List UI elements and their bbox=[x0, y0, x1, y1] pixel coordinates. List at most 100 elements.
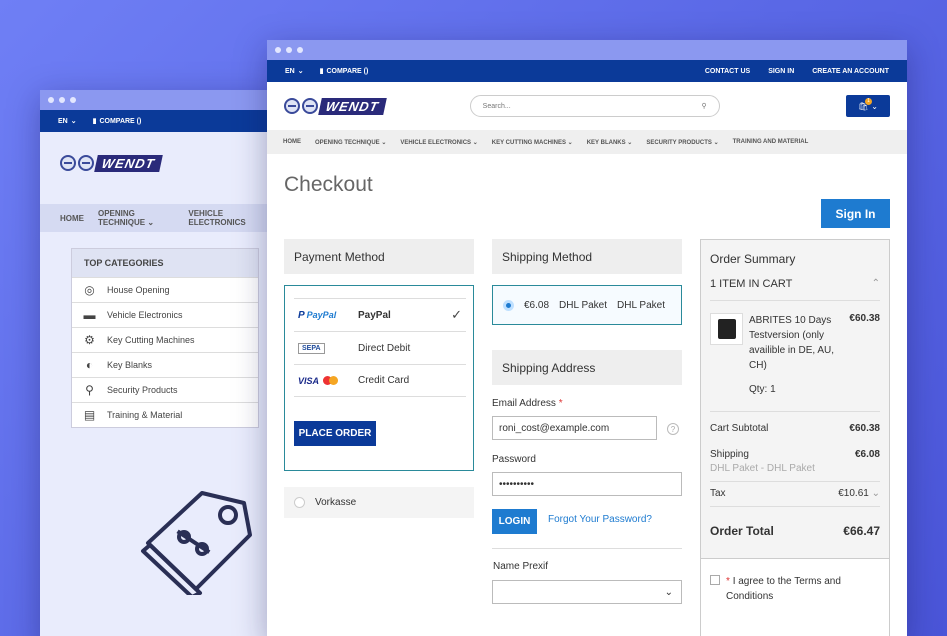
payment-label: PayPal bbox=[358, 309, 391, 321]
shipping-method-heading: Shipping Method bbox=[492, 239, 682, 274]
nav-key-cutting-machines[interactable]: KEY CUTTING MACHINES ⌄ bbox=[492, 139, 573, 146]
create-account-link[interactable]: CREATE AN ACCOUNT bbox=[812, 68, 889, 75]
star-icon bbox=[302, 98, 318, 114]
payment-option-paypal[interactable]: P PayPal PayPal ✓ bbox=[294, 298, 466, 331]
star-icon bbox=[78, 155, 94, 171]
chevron-down-icon: ⌄ bbox=[297, 68, 304, 75]
subtotal-label: Cart Subtotal bbox=[710, 423, 769, 434]
terms-checkbox[interactable] bbox=[710, 575, 720, 585]
payment-option-direct-debit[interactable]: SEPA Direct Debit bbox=[294, 331, 466, 364]
compare-link[interactable]: ▮ COMPARE () bbox=[92, 117, 142, 126]
compare-label: COMPARE () bbox=[99, 117, 142, 125]
payment-option-vorkasse[interactable]: Vorkasse bbox=[284, 487, 474, 518]
nav-vehicle-electronics[interactable]: VEHICLE ELECTRONICS bbox=[188, 209, 264, 227]
visa-mastercard-logo: VISA bbox=[294, 376, 358, 386]
product-thumbnail bbox=[710, 313, 743, 345]
main-nav: HOME OPENING TECHNIQUE ⌄ VEHICLE ELECTRO… bbox=[267, 130, 907, 154]
payment-label: Direct Debit bbox=[358, 342, 411, 354]
category-house-opening[interactable]: ◎ House Opening bbox=[72, 277, 258, 302]
logo[interactable]: WENDT bbox=[284, 97, 387, 115]
logo-text: WENDT bbox=[318, 97, 387, 115]
sign-in-button[interactable]: Sign In bbox=[821, 199, 890, 228]
category-key-cutting[interactable]: ⚙ Key Cutting Machines bbox=[72, 327, 258, 352]
top-categories-title: TOP CATEGORIES bbox=[72, 249, 258, 277]
order-total-value: €66.47 bbox=[843, 524, 880, 538]
category-vehicle-electronics[interactable]: ▬ Vehicle Electronics bbox=[72, 302, 258, 327]
search-input[interactable]: Search... ⚲ bbox=[469, 95, 720, 117]
nav-security-products[interactable]: SECURITY PRODUCTS ⌄ bbox=[646, 139, 718, 146]
chart-icon: ▮ bbox=[92, 118, 97, 125]
language-label: EN bbox=[58, 117, 68, 125]
nav-home[interactable]: HOME bbox=[60, 214, 84, 223]
divider bbox=[492, 548, 682, 549]
checkout-window: EN ⌄ ▮ COMPARE () CONTACT US SIGN IN CREAT… bbox=[267, 40, 907, 636]
shipping-value: €6.08 bbox=[854, 449, 880, 460]
cart-button[interactable]: 🛍 1 ⌄ bbox=[846, 95, 890, 117]
items-in-cart-toggle[interactable]: 1 ITEM IN CART bbox=[710, 278, 792, 290]
logo[interactable]: WENDT bbox=[60, 154, 163, 172]
shipping-method-name: DHL Paket bbox=[617, 299, 665, 311]
chevron-down-icon: ⌄ bbox=[664, 586, 673, 598]
sign-in-link[interactable]: SIGN IN bbox=[768, 68, 794, 75]
nav-vehicle-electronics[interactable]: VEHICLE ELECTRONICS ⌄ bbox=[400, 139, 477, 146]
payment-option-credit-card[interactable]: VISA Credit Card bbox=[294, 364, 466, 397]
tax-value[interactable]: €10.61 ⌄ bbox=[838, 488, 880, 499]
place-order-button[interactable]: PLACE ORDER bbox=[294, 421, 376, 446]
top-bar: EN ⌄ ▮ COMPARE () bbox=[40, 110, 280, 132]
payment-label: Credit Card bbox=[358, 375, 410, 386]
page-title: Checkout bbox=[284, 173, 373, 196]
contact-us-link[interactable]: CONTACT US bbox=[705, 68, 750, 75]
gear-icon: ⚙ bbox=[84, 333, 95, 347]
category-security-products[interactable]: ⚲ Security Products bbox=[72, 377, 258, 402]
item-price: €60.38 bbox=[849, 313, 880, 324]
chevron-down-icon: ⌄ bbox=[871, 488, 880, 499]
category-training[interactable]: ▤ Training & Material bbox=[72, 402, 258, 427]
nav-key-blanks[interactable]: KEY BLANKS ⌄ bbox=[587, 139, 633, 146]
radio-button[interactable] bbox=[294, 497, 305, 508]
item-name: ABRITES 10 Days Testversion (only availi… bbox=[749, 315, 835, 371]
language-select[interactable]: EN ⌄ bbox=[285, 67, 304, 76]
language-select[interactable]: EN ⌄ bbox=[58, 117, 77, 126]
order-summary: Order Summary 1 ITEM IN CART ⌃ ABRITES 1… bbox=[700, 239, 890, 636]
cart-count-badge: 1 bbox=[865, 98, 872, 105]
shipping-option-dhl[interactable]: €6.08 DHL Paket DHL Paket bbox=[492, 285, 682, 325]
window-chrome bbox=[40, 90, 280, 110]
shipping-price: €6.08 bbox=[524, 299, 550, 311]
login-button[interactable]: LOGIN bbox=[492, 509, 537, 534]
name-prefix-label: Name Prexif bbox=[493, 561, 549, 572]
search-icon: ⚲ bbox=[85, 383, 94, 397]
radio-selected[interactable] bbox=[503, 299, 514, 311]
site-header: WENDT Search... ⚲ 🛍 1 ⌄ bbox=[267, 82, 907, 130]
item-qty: Qty: 1 bbox=[749, 384, 776, 395]
search-icon[interactable]: ⚲ bbox=[702, 102, 707, 110]
shipping-label: Shipping bbox=[710, 449, 749, 460]
help-icon[interactable]: ? bbox=[667, 423, 679, 435]
globe-icon bbox=[60, 155, 76, 171]
nav-training[interactable]: TRAINING AND MATERIAL bbox=[733, 139, 809, 145]
shipping-address-heading: Shipping Address bbox=[492, 350, 682, 385]
nav-home[interactable]: HOME bbox=[283, 139, 301, 145]
sepa-logo: SEPA bbox=[294, 342, 358, 354]
top-bar: EN ⌄ ▮ COMPARE () CONTACT US SIGN IN CREAT… bbox=[267, 60, 907, 82]
subtotal-value: €60.38 bbox=[849, 423, 880, 434]
terms-label[interactable]: * I agree to the Terms and Conditions bbox=[726, 574, 876, 604]
globe-icon bbox=[284, 98, 300, 114]
chevron-up-icon[interactable]: ⌃ bbox=[872, 278, 880, 289]
email-label: Email Address * bbox=[492, 398, 563, 409]
nav-opening-technique[interactable]: OPENING TECHNIQUE ⌄ bbox=[98, 209, 174, 227]
password-label: Password bbox=[492, 454, 536, 465]
shipping-carrier: DHL Paket bbox=[559, 299, 608, 311]
paypal-logo: P PayPal bbox=[298, 309, 337, 321]
forgot-password-link[interactable]: Forgot Your Password? bbox=[548, 514, 652, 525]
payment-method-heading: Payment Method bbox=[284, 239, 474, 274]
email-field[interactable]: roni_cost@example.com bbox=[492, 416, 657, 440]
name-prefix-select[interactable]: ⌄ bbox=[492, 580, 682, 604]
compare-link[interactable]: ▮ COMPARE () bbox=[320, 67, 369, 76]
nav-opening-technique[interactable]: OPENING TECHNIQUE ⌄ bbox=[315, 139, 386, 146]
half-circle-icon: ◐ bbox=[85, 358, 94, 372]
password-field[interactable]: •••••••••• bbox=[492, 472, 682, 496]
background-window: EN ⌄ ▮ COMPARE () WENDT HOME OPENING TECHN… bbox=[40, 90, 280, 636]
chevron-down-icon: ⌄ bbox=[70, 118, 77, 125]
checkmark-icon: ✓ bbox=[451, 307, 462, 322]
category-key-blanks[interactable]: ◐ Key Blanks bbox=[72, 352, 258, 377]
